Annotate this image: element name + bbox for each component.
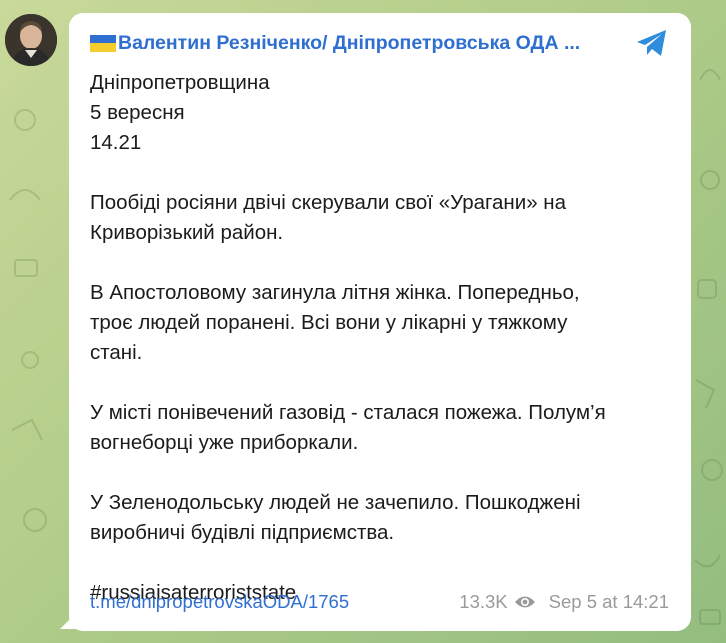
avatar[interactable] [5, 14, 57, 66]
ukraine-flag-icon [90, 34, 116, 52]
message-card: Валентин Резніченко/ Дніпропетровська ОД… [69, 13, 691, 631]
message-text: Дніпропетровщина 5 вересня 14.21 Пообіді… [90, 68, 669, 608]
paragraph-line: В Апостоловому загинула літня жінка. Поп… [90, 281, 580, 304]
paragraph-line: вогнеборці уже приборкали. [90, 431, 359, 454]
intro-block: Дніпропетровщина 5 вересня 14.21 [90, 68, 669, 158]
eye-icon [514, 596, 535, 608]
paragraph-line: У місті понівечений газовід - сталася по… [90, 401, 606, 424]
channel-name[interactable]: Валентин Резніченко/ Дніпропетровська ОД… [118, 32, 629, 55]
paragraph-line: Криворізький район. [90, 221, 284, 244]
paragraph-1: Пообіді росіяни двічі скерували свої «Ур… [90, 188, 669, 248]
post-link[interactable]: t.me/dnipropetrovskaODA/1765 [90, 591, 459, 613]
paragraph-4: У Зеленодольську людей не зачепило. Пошк… [90, 488, 669, 548]
paragraph-line: стані. [90, 341, 143, 364]
paragraph-line: троє людей поранені. Всі вони у лікарні … [90, 311, 568, 334]
timestamp: Sep 5 at 14:21 [548, 591, 669, 612]
region-line: Дніпропетровщина [90, 71, 270, 94]
avatar-portrait-icon [5, 14, 57, 66]
paragraph-line: У Зеленодольську людей не зачепило. Пошк… [90, 491, 581, 514]
paragraph-3: У місті понівечений газовід - сталася по… [90, 398, 669, 458]
view-count: 13.3K [459, 591, 508, 612]
date-line: 5 вересня [90, 101, 185, 124]
telegram-icon[interactable] [635, 28, 669, 58]
paragraph-line: Пообіді росіяни двічі скерували свої «Ур… [90, 191, 567, 214]
message-footer: t.me/dnipropetrovskaODA/1765 13.3K Sep 5… [90, 590, 669, 614]
message-meta: 13.3K Sep 5 at 14:21 [459, 591, 669, 613]
paragraph-2: В Апостоловому загинула літня жінка. Поп… [90, 278, 669, 368]
paragraph-line: виробничі будівлі підприємства. [90, 521, 395, 544]
time-line: 14.21 [90, 131, 142, 154]
message-header: Валентин Резніченко/ Дніпропетровська ОД… [90, 29, 669, 57]
